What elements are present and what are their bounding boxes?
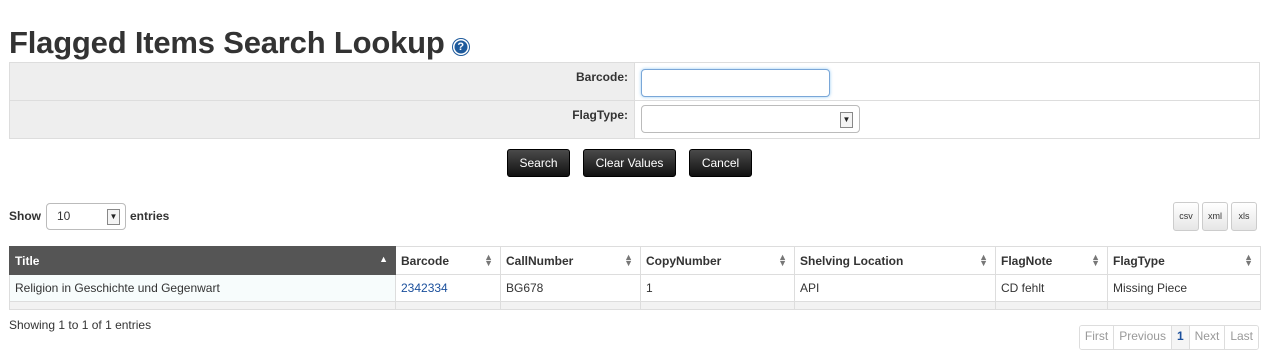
cell-title: Religion in Geschichte und Gegenwart xyxy=(9,274,396,302)
column-header-label: CallNumber xyxy=(506,253,574,268)
footer-cell xyxy=(640,301,795,310)
barcode-row: Barcode: xyxy=(10,63,1259,101)
sort-both-icon: ▲ ▼ xyxy=(1091,252,1100,268)
column-header-label: FlagType xyxy=(1113,253,1165,268)
table-footer-row xyxy=(9,301,1261,310)
pagination-previous[interactable]: Previous xyxy=(1113,326,1171,349)
pagination-page-1[interactable]: 1 xyxy=(1170,326,1189,349)
column-header-label: Shelving Location xyxy=(800,253,904,268)
footer-cell xyxy=(1107,301,1261,310)
column-header-barcode[interactable]: Barcode ▲ ▼ xyxy=(395,246,501,275)
pagination-first[interactable]: First xyxy=(1079,326,1114,349)
footer-cell xyxy=(500,301,641,310)
barcode-label-cell: Barcode: xyxy=(10,63,635,100)
pagination-last[interactable]: Last xyxy=(1224,326,1258,349)
flagtype-label: FlagType: xyxy=(572,108,628,122)
export-buttons: csv xml xls xyxy=(1173,202,1257,231)
cell-flagnote: CD fehlt xyxy=(995,274,1108,302)
barcode-label: Barcode: xyxy=(575,70,628,84)
cancel-button[interactable]: Cancel xyxy=(689,149,752,177)
page-title: Flagged Items Search Lookup ? xyxy=(9,25,469,61)
footer-cell xyxy=(9,301,396,310)
entries-length-value: 10 xyxy=(57,208,71,223)
cell-copynumber: 1 xyxy=(640,274,795,302)
show-label: Show xyxy=(9,209,41,223)
cell-barcode: 2342334 xyxy=(395,274,501,302)
column-header-title[interactable]: Title ▲ xyxy=(9,246,396,275)
sort-both-icon: ▲ ▼ xyxy=(624,252,633,268)
column-header-callnumber[interactable]: CallNumber ▲ ▼ xyxy=(500,246,641,275)
entries-label: entries xyxy=(130,209,170,223)
table-header-row: Title ▲ Barcode ▲ ▼ CallNumber ▲ ▼ CopyNum… xyxy=(9,246,1261,275)
sort-ascending-icon: ▲ xyxy=(379,254,388,264)
cell-flagtype: Missing Piece xyxy=(1107,274,1261,302)
results-table: Title ▲ Barcode ▲ ▼ CallNumber ▲ ▼ CopyNum… xyxy=(9,246,1261,310)
pagination-next[interactable]: Next xyxy=(1188,326,1225,349)
sort-both-icon: ▲ ▼ xyxy=(1244,252,1253,268)
footer-cell xyxy=(794,301,996,310)
column-header-shelving-location[interactable]: Shelving Location ▲ ▼ xyxy=(794,246,996,275)
show-entries-control: Show 10 ▼ entries xyxy=(9,202,169,230)
sort-both-icon: ▲ ▼ xyxy=(778,252,787,268)
footer-cell xyxy=(995,301,1108,310)
column-header-copynumber[interactable]: CopyNumber ▲ ▼ xyxy=(640,246,795,275)
chevron-down-icon: ▼ xyxy=(840,112,853,128)
page-title-text: Flagged Items Search Lookup xyxy=(9,24,445,60)
flagtype-row: FlagType: ▼ xyxy=(10,101,1259,138)
table-info: Showing 1 to 1 of 1 entries xyxy=(9,318,152,332)
column-header-label: CopyNumber xyxy=(646,253,722,268)
flagtype-label-cell: FlagType: xyxy=(10,101,635,138)
table-row: Religion in Geschichte und Gegenwart 234… xyxy=(9,274,1261,302)
export-xml-button[interactable]: xml xyxy=(1202,202,1228,231)
chevron-down-icon: ▼ xyxy=(107,208,120,225)
search-button[interactable]: Search xyxy=(507,149,570,177)
column-header-label: Title xyxy=(15,253,40,268)
pagination: First Previous 1 Next Last xyxy=(1078,325,1259,350)
column-header-flagnote[interactable]: FlagNote ▲ ▼ xyxy=(995,246,1108,275)
sort-both-icon: ▲ ▼ xyxy=(484,252,493,268)
sort-both-icon: ▲ ▼ xyxy=(979,252,988,268)
export-xls-button[interactable]: xls xyxy=(1231,202,1257,231)
question-mark-circle-icon[interactable]: ? xyxy=(452,38,469,55)
column-header-label: Barcode xyxy=(401,253,450,268)
cell-callnumber: BG678 xyxy=(500,274,641,302)
entries-length-select[interactable]: 10 ▼ xyxy=(46,202,126,230)
cell-shelving-location: API xyxy=(794,274,996,302)
column-header-flagtype[interactable]: FlagType ▲ ▼ xyxy=(1107,246,1261,275)
search-form: Barcode: FlagType: ▼ xyxy=(9,62,1260,139)
barcode-link[interactable]: 2342334 xyxy=(401,281,448,295)
flagtype-select[interactable]: ▼ xyxy=(641,105,860,133)
clear-values-button[interactable]: Clear Values xyxy=(583,149,676,177)
barcode-input[interactable] xyxy=(641,69,830,97)
export-csv-button[interactable]: csv xyxy=(1173,202,1199,231)
column-header-label: FlagNote xyxy=(1001,253,1053,268)
footer-cell xyxy=(395,301,501,310)
